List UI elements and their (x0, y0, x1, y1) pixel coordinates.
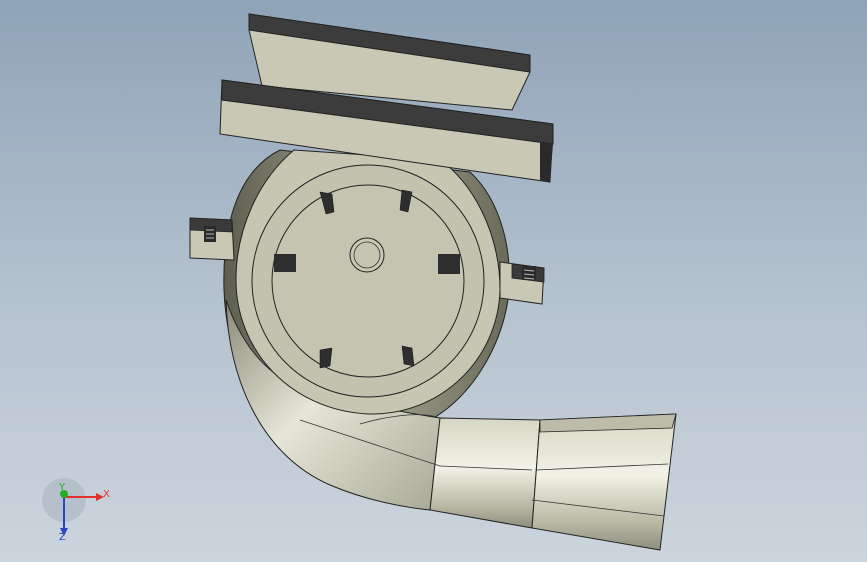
right-mounting-lug[interactable] (499, 261, 545, 305)
coordinate-triad: X Y Z (42, 478, 110, 543)
cad-viewport[interactable]: X Y Z (0, 0, 867, 562)
x-axis-label: X (103, 489, 110, 500)
y-axis-label: Y (58, 482, 66, 493)
shaft-hub[interactable] (349, 237, 385, 273)
model-canvas[interactable]: X Y Z (0, 0, 867, 562)
z-axis-label: Z (59, 532, 66, 543)
left-mounting-lug[interactable] (189, 217, 235, 261)
pump-casing-face[interactable] (235, 149, 501, 415)
outlet-nozzle[interactable] (531, 413, 677, 551)
